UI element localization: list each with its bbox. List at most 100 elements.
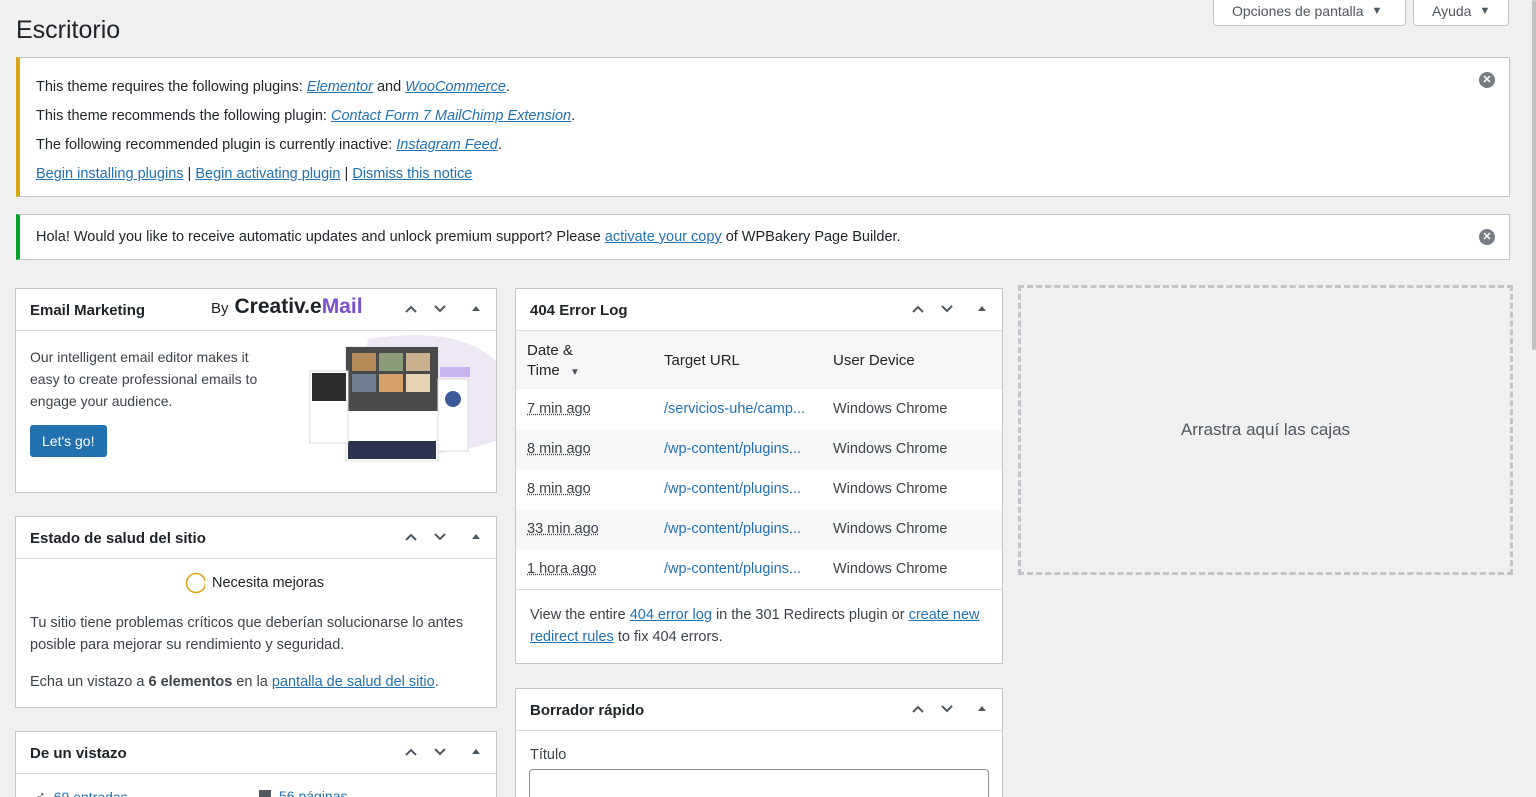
widget-title: 404 Error Log (530, 302, 628, 319)
row-date: 33 min ago (527, 521, 599, 537)
elementor-link[interactable]: Elementor (307, 79, 373, 95)
widget-header: De un vistazo (16, 732, 496, 774)
activate-copy-link[interactable]: activate your copy (605, 229, 722, 245)
row-url-link[interactable]: /wp-content/plugins... (664, 561, 801, 577)
row-device: Windows Chrome (833, 401, 947, 417)
caret-down-icon: ▼ (1479, 5, 1490, 17)
notice-actions: Begin installing plugins | Begin activat… (36, 166, 472, 182)
table-row: 33 min ago /wp-content/plugins... Window… (516, 510, 1002, 550)
health-status-label: Necesita mejoras (212, 575, 324, 591)
toggle-panel-icon[interactable] (465, 298, 487, 320)
move-down-icon[interactable] (429, 298, 451, 320)
pages-icon (259, 790, 271, 797)
begin-activating-link[interactable]: Begin activating plugin (195, 166, 340, 182)
move-up-icon[interactable] (400, 741, 422, 763)
table-row: 7 min ago /servicios-uhe/camp... Windows… (516, 390, 1002, 430)
required-plugins-notice: This theme requires the following plugin… (16, 57, 1510, 197)
toggle-panel-icon[interactable] (465, 741, 487, 763)
widget-header: Estado de salud del sitio (16, 517, 496, 559)
quick-draft-widget: Borrador rápido Título (515, 688, 1003, 797)
page-scrollbar[interactable] (1532, 0, 1536, 350)
help-button[interactable]: Ayuda ▼ (1413, 0, 1509, 26)
table-row: 8 min ago /wp-content/plugins... Windows… (516, 470, 1002, 510)
row-url-link[interactable]: /wp-content/plugins... (664, 441, 801, 457)
empty-dropzone[interactable]: Arrastra aquí las cajas (1018, 285, 1513, 575)
move-up-icon[interactable] (907, 698, 929, 720)
widget-title: Email Marketing (30, 302, 145, 319)
glance-posts: ➶ 69 entradas (34, 788, 128, 797)
widget-title: De un vistazo (30, 745, 127, 762)
table-row: 8 min ago /wp-content/plugins... Windows… (516, 430, 1002, 470)
begin-installing-link[interactable]: Begin installing plugins (36, 166, 184, 182)
row-device: Windows Chrome (833, 481, 947, 497)
cf7-mailchimp-link[interactable]: Contact Form 7 MailChimp Extension (331, 108, 571, 124)
caret-down-icon: ▼ (1372, 5, 1383, 17)
pages-count-link[interactable]: 56 páginas (279, 788, 348, 797)
email-templates-illustration (308, 331, 496, 463)
required-plugins-line: This theme requires the following plugin… (36, 79, 510, 95)
screen-options-button[interactable]: Opciones de pantalla ▼ (1213, 0, 1406, 26)
help-label: Ayuda (1432, 3, 1471, 19)
row-url-link[interactable]: /wp-content/plugins... (664, 481, 801, 497)
row-url-link[interactable]: /servicios-uhe/camp... (664, 401, 805, 417)
screen-options-label: Opciones de pantalla (1232, 3, 1364, 19)
site-health-screen-link[interactable]: pantalla de salud del sitio (272, 674, 435, 690)
row-device: Windows Chrome (833, 441, 947, 457)
move-down-icon[interactable] (936, 698, 958, 720)
draft-title-label: Título (530, 747, 566, 763)
wpbakery-notice: Hola! Would you like to receive automati… (16, 214, 1510, 260)
creativemail-brand: By Creativ.eMail (211, 295, 363, 319)
dropzone-label: Arrastra aquí las cajas (1181, 420, 1350, 440)
move-up-icon[interactable] (907, 298, 929, 320)
health-items-count: 6 elementos (149, 674, 233, 690)
row-url-link[interactable]: /wp-content/plugins... (664, 521, 801, 537)
health-items-line: Echa un vistazo a 6 elementos en la pant… (30, 671, 439, 693)
move-down-icon[interactable] (429, 526, 451, 548)
posts-count-link[interactable]: 69 entradas (54, 789, 128, 797)
row-date: 8 min ago (527, 441, 591, 457)
creativemail-logo: Creativ.eMail (235, 295, 363, 319)
row-device: Windows Chrome (833, 521, 947, 537)
dismiss-icon[interactable]: ✕ (1479, 229, 1495, 245)
error-log-widget: 404 Error Log Date & Time ▼ Target URL U… (515, 288, 1003, 664)
column-date-time[interactable]: Date & Time ▼ (527, 341, 580, 383)
view-404-log-link[interactable]: 404 error log (630, 607, 712, 623)
glance-pages: 56 páginas (259, 788, 348, 797)
sort-desc-icon: ▼ (570, 367, 580, 378)
toggle-panel-icon[interactable] (971, 298, 993, 320)
move-up-icon[interactable] (400, 298, 422, 320)
email-marketing-widget: Email Marketing By Creativ.eMail Our int… (15, 288, 497, 493)
email-marketing-description: Our intelligent email editor makes it ea… (30, 346, 280, 412)
move-down-icon[interactable] (936, 298, 958, 320)
column-target-url: Target URL (664, 351, 740, 371)
move-up-icon[interactable] (400, 526, 422, 548)
row-date: 1 hora ago (527, 561, 596, 577)
page-title: Escritorio (16, 16, 120, 45)
widget-header: 404 Error Log (516, 289, 1002, 331)
health-status-ring-icon (169, 572, 205, 598)
widget-header: Email Marketing By Creativ.eMail (16, 289, 496, 331)
row-device: Windows Chrome (833, 561, 947, 577)
dismiss-icon[interactable]: ✕ (1479, 72, 1495, 88)
lets-go-button[interactable]: Let's go! (30, 425, 107, 457)
pushpin-icon: ➶ (34, 788, 46, 797)
column-user-device: User Device (833, 351, 915, 371)
widget-header: Borrador rápido (516, 689, 1002, 731)
move-down-icon[interactable] (429, 741, 451, 763)
widget-title: Borrador rápido (530, 702, 644, 719)
widget-title: Estado de salud del sitio (30, 530, 206, 547)
error-log-footer: View the entire 404 error log in the 301… (516, 589, 1002, 648)
recommended-plugins-line: This theme recommends the following plug… (36, 108, 575, 124)
error-log-table-header: Date & Time ▼ Target URL User Device (516, 331, 1002, 389)
toggle-panel-icon[interactable] (971, 698, 993, 720)
toggle-panel-icon[interactable] (465, 526, 487, 548)
draft-title-input[interactable] (529, 769, 989, 797)
woocommerce-link[interactable]: WooCommerce (405, 79, 506, 95)
health-description: Tu sitio tiene problemas críticos que de… (30, 612, 480, 656)
wpbakery-notice-text: Hola! Would you like to receive automati… (36, 229, 901, 245)
inactive-plugin-line: The following recommended plugin is curr… (36, 137, 502, 153)
dismiss-notice-link[interactable]: Dismiss this notice (352, 166, 472, 182)
table-row: 1 hora ago /wp-content/plugins... Window… (516, 550, 1002, 590)
instagram-feed-link[interactable]: Instagram Feed (396, 137, 498, 153)
at-a-glance-widget: De un vistazo ➶ 69 entradas 56 páginas (15, 731, 497, 797)
